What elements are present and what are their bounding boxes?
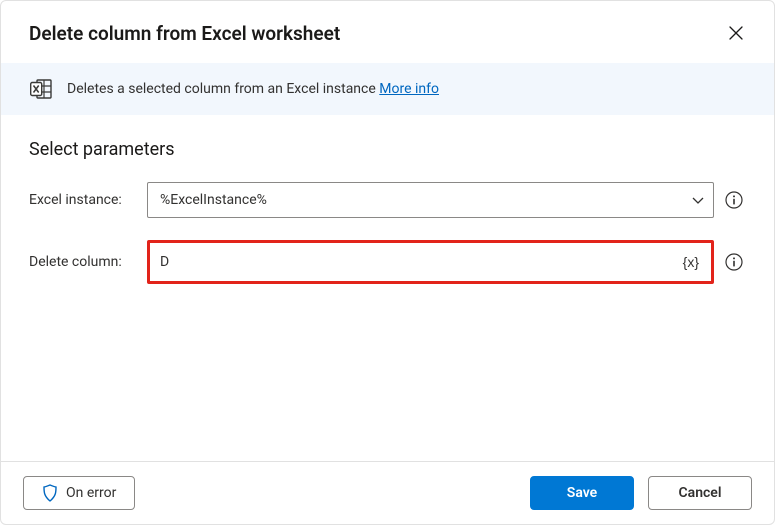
- cancel-label: Cancel: [679, 485, 722, 501]
- on-error-button[interactable]: On error: [23, 476, 135, 510]
- variable-picker-button[interactable]: {x}: [677, 252, 705, 272]
- close-icon: [729, 26, 743, 40]
- info-description: Deletes a selected column from an Excel …: [67, 81, 379, 97]
- on-error-label: On error: [66, 485, 116, 501]
- more-info-link[interactable]: More info: [379, 81, 439, 97]
- info-icon: [725, 191, 743, 209]
- close-button[interactable]: [720, 17, 752, 49]
- excel-icon: [29, 77, 53, 101]
- dialog-footer: On error Save Cancel: [1, 461, 774, 524]
- excel-instance-value: %ExcelInstance%: [160, 192, 683, 208]
- delete-column-value: D: [160, 254, 669, 270]
- field-delete-column: Delete column: D {x}: [29, 240, 746, 284]
- footer-actions: Save Cancel: [530, 476, 752, 510]
- excel-instance-info-button[interactable]: [722, 188, 746, 212]
- cancel-button[interactable]: Cancel: [648, 476, 752, 510]
- chevron-down-icon: [691, 193, 705, 207]
- dialog-body: Select parameters Excel instance: %Excel…: [1, 115, 774, 461]
- info-icon: [725, 253, 743, 271]
- save-button[interactable]: Save: [530, 476, 634, 510]
- dialog-header: Delete column from Excel worksheet: [1, 1, 774, 63]
- field-excel-instance: Excel instance: %ExcelInstance%: [29, 182, 746, 218]
- info-text: Deletes a selected column from an Excel …: [67, 81, 439, 97]
- save-label: Save: [567, 485, 597, 501]
- dialog-title: Delete column from Excel worksheet: [29, 22, 340, 45]
- delete-column-input[interactable]: D {x}: [150, 243, 711, 281]
- section-title: Select parameters: [29, 139, 746, 160]
- delete-column-label: Delete column:: [29, 254, 139, 270]
- dialog: Delete column from Excel worksheet Delet…: [0, 0, 775, 525]
- info-bar: Deletes a selected column from an Excel …: [1, 63, 774, 115]
- excel-instance-dropdown[interactable]: %ExcelInstance%: [147, 182, 714, 218]
- delete-column-highlight: D {x}: [147, 240, 714, 284]
- shield-icon: [42, 484, 58, 502]
- delete-column-info-button[interactable]: [722, 250, 746, 274]
- excel-instance-label: Excel instance:: [29, 192, 139, 208]
